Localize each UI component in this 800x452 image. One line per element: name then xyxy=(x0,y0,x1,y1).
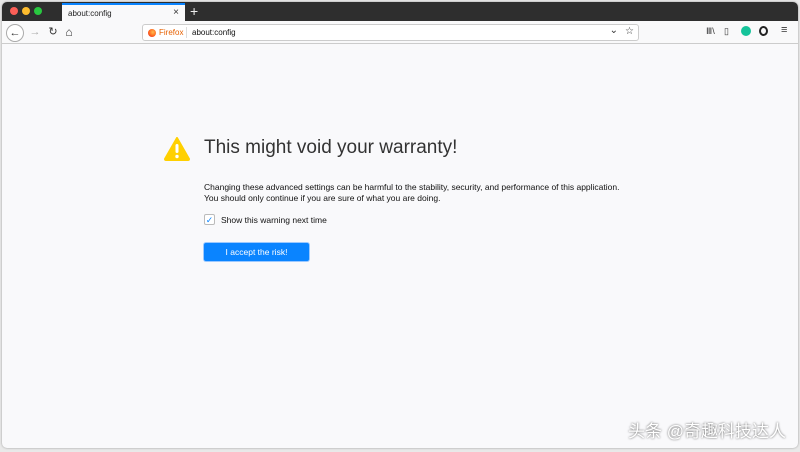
tab-bar: about:config × + xyxy=(2,2,798,21)
library-icon[interactable]: Ⅲ\ xyxy=(706,26,715,37)
checkbox-label: Show this warning next time xyxy=(221,214,327,225)
url-bar[interactable]: Firefox about:config ⌄ ☆ xyxy=(142,24,639,41)
page-content: This might void your warranty! Changing … xyxy=(2,45,798,448)
chevron-down-icon[interactable]: ⌄ xyxy=(610,25,618,36)
maximize-window-button[interactable] xyxy=(34,7,42,15)
accept-risk-button[interactable]: I accept the risk! xyxy=(204,243,309,261)
nav-toolbar: ← → ↻ ⌂ Firefox about:config ⌄ ☆ Ⅲ\ ▯ ≡ xyxy=(2,21,798,44)
description-line: You should only continue if you are sure… xyxy=(204,193,441,203)
sidebar-icon[interactable]: ▯ xyxy=(724,26,729,37)
close-tab-icon[interactable]: × xyxy=(173,7,179,18)
extension-icon[interactable] xyxy=(759,26,768,36)
close-window-button[interactable] xyxy=(10,7,18,15)
watermark: 头条 @奇趣科技达人 xyxy=(628,422,786,441)
warning-icon xyxy=(164,137,190,161)
warning-description: Changing these advanced settings can be … xyxy=(204,182,619,204)
firefox-icon xyxy=(148,28,156,37)
identity-box[interactable]: Firefox xyxy=(148,28,183,37)
bookmark-star-icon[interactable]: ☆ xyxy=(625,26,634,37)
home-button[interactable]: ⌂ xyxy=(60,24,78,42)
back-button[interactable]: ← xyxy=(6,24,24,42)
grammarly-extension-icon[interactable] xyxy=(741,26,751,36)
new-tab-button[interactable]: + xyxy=(190,3,198,19)
identity-label: Firefox xyxy=(159,28,184,37)
tab-title: about:config xyxy=(68,9,112,18)
url-input[interactable]: about:config xyxy=(192,28,236,37)
checkbox[interactable]: ✓ xyxy=(204,214,215,225)
browser-window: about:config × + ← → ↻ ⌂ Firefox about:co… xyxy=(2,2,798,448)
menu-icon[interactable]: ≡ xyxy=(781,24,787,36)
minimize-window-button[interactable] xyxy=(22,7,30,15)
divider xyxy=(186,27,187,38)
description-line: Changing these advanced settings can be … xyxy=(204,182,620,192)
show-warning-checkbox[interactable]: ✓ Show this warning next time xyxy=(204,214,327,225)
page-title: This might void your warranty! xyxy=(204,137,458,158)
tab-about-config[interactable]: about:config × xyxy=(62,3,185,21)
forward-button[interactable]: → xyxy=(26,24,44,42)
